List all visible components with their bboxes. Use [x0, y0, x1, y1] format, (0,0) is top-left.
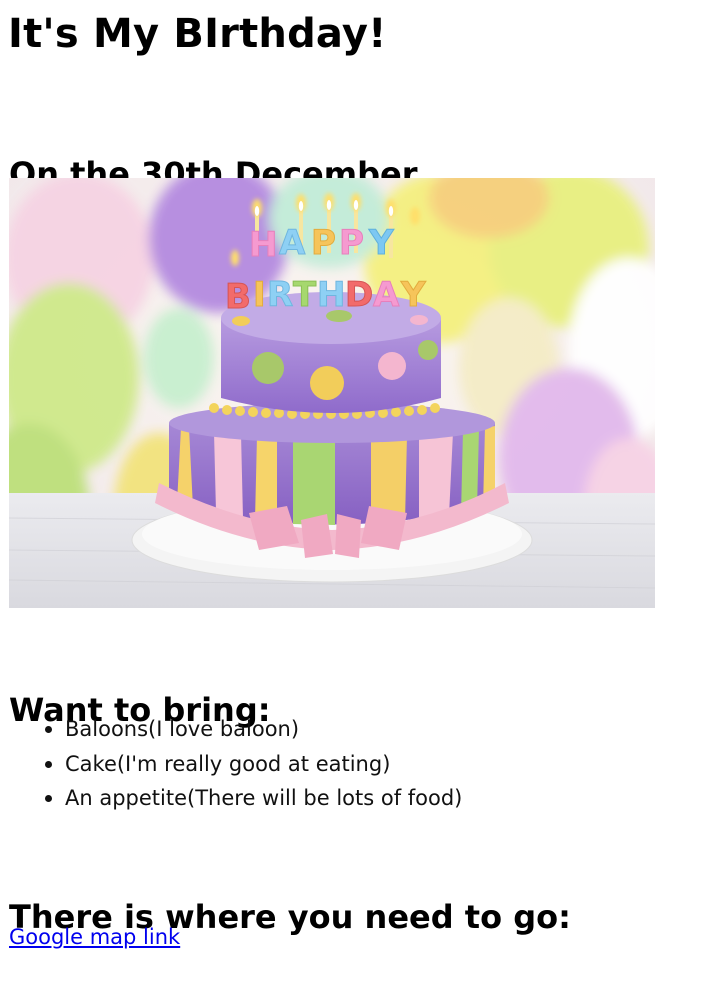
svg-text:P: P [339, 223, 364, 263]
svg-text:H: H [317, 275, 345, 315]
svg-text:H: H [249, 225, 277, 265]
svg-text:A: A [373, 275, 400, 315]
svg-text:I: I [253, 275, 266, 315]
page: It's My BIrthday! On the 30th December H… [0, 0, 722, 949]
page-title: It's My BIrthday! [8, 11, 387, 57]
svg-text:D: D [345, 275, 373, 315]
svg-text:Y: Y [368, 223, 394, 263]
svg-text:P: P [311, 223, 336, 263]
bring-list: Baloons(I love baloon) Cake(I'm really g… [0, 712, 462, 816]
birthday-cake-image: H A P P Y B I R T H D A Y [9, 178, 655, 608]
svg-text:R: R [267, 275, 293, 315]
svg-text:B: B [225, 277, 251, 317]
list-item: Baloons(I love baloon) [44, 712, 462, 747]
svg-text:A: A [279, 223, 306, 263]
svg-text:T: T [293, 275, 317, 315]
list-item: Cake(I'm really good at eating) [44, 747, 462, 782]
list-item: An appetite(There will be lots of food) [44, 781, 462, 816]
google-map-link[interactable]: Google map link [9, 922, 180, 952]
svg-text:Y: Y [400, 275, 426, 315]
